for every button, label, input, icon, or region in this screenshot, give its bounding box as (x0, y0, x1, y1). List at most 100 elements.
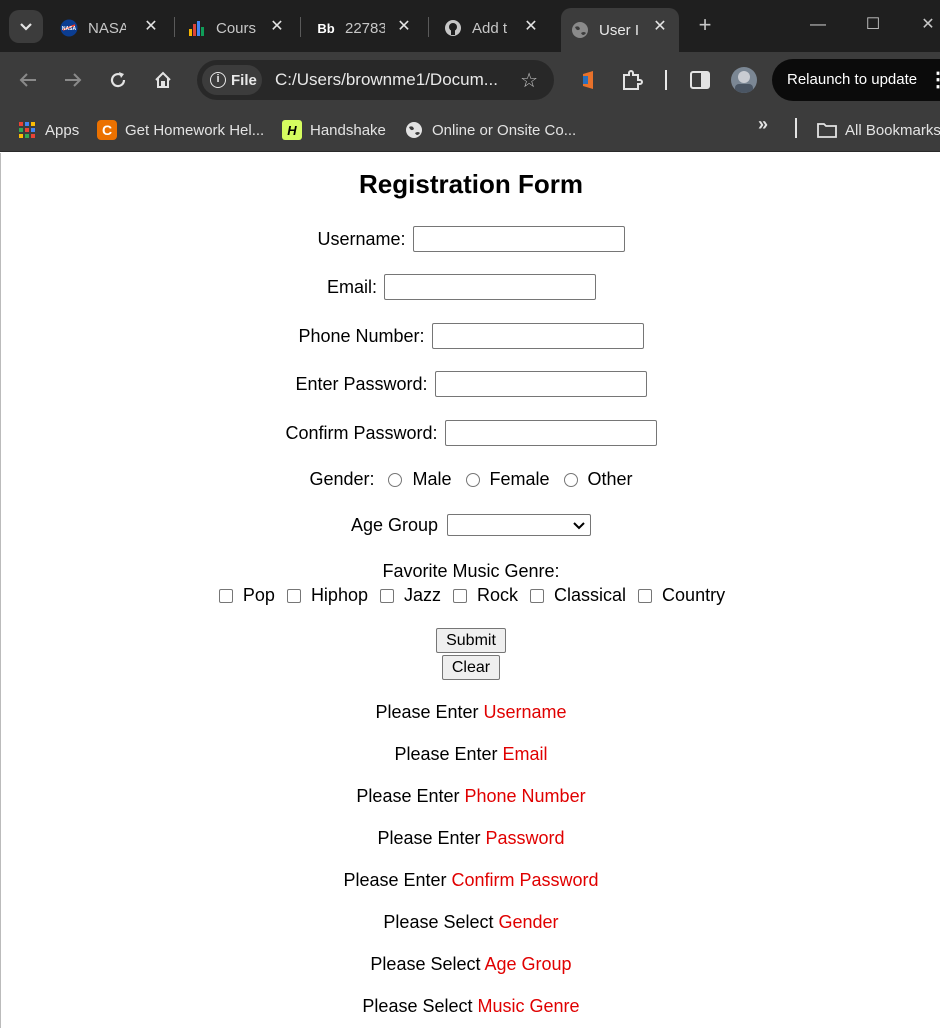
genre-option-jazz[interactable]: Jazz (372, 585, 441, 606)
tab-nasa[interactable]: NASA NASA ✕ (60, 8, 160, 48)
tab-github[interactable]: Add t ✕ (444, 8, 540, 48)
validation-message: Please Select Gender (1, 912, 940, 933)
checkbox-pop[interactable] (218, 588, 233, 603)
genre-option-pop[interactable]: Pop (211, 585, 275, 606)
gender-option-other[interactable]: Other (558, 469, 633, 490)
tab-blackboard[interactable]: Bb 22783 ✕ (317, 8, 413, 48)
extension-icon[interactable] (577, 68, 601, 92)
folder-icon (817, 120, 837, 140)
arrow-right-icon (65, 73, 82, 87)
username-label: Username: (317, 228, 406, 249)
tab-courses[interactable]: Cours ✕ (188, 8, 286, 48)
radio-other[interactable] (563, 472, 578, 487)
reload-button[interactable] (104, 66, 132, 94)
svg-text:NASA: NASA (62, 26, 77, 32)
message-field: Confirm Password (451, 870, 599, 890)
close-icon[interactable]: ✕ (142, 18, 160, 36)
bookmark-get-homework-help[interactable]: C Get Homework Hel... (97, 118, 264, 142)
home-button[interactable] (149, 66, 177, 94)
bookmark-label: Apps (45, 121, 80, 139)
validation-message: Please Enter Confirm Password (1, 870, 940, 891)
gender-row: Gender: Male Female Other (1, 469, 940, 490)
bookmark-apps[interactable]: Apps (17, 118, 79, 142)
checkbox-rock[interactable] (453, 588, 467, 603)
genre-option-classical[interactable]: Classical (522, 585, 626, 606)
age-group-select[interactable] (447, 514, 592, 536)
arrow-left-icon (19, 73, 36, 87)
gender-option-female[interactable]: Female (460, 469, 550, 490)
browser-toolbar: i File C:/Users/brownme1/Docum... ☆ Rela… (0, 52, 940, 108)
username-input[interactable] (412, 226, 625, 252)
close-icon[interactable]: ✕ (395, 18, 413, 36)
minimize-icon[interactable]: — (808, 14, 828, 36)
bookmarks-divider (795, 118, 797, 138)
genre-option-rock[interactable]: Rock (445, 585, 518, 606)
confirm-password-input[interactable] (444, 420, 657, 446)
profile-avatar[interactable] (731, 67, 757, 93)
validation-message: Please Enter Email (1, 744, 940, 765)
puzzle-icon[interactable] (620, 68, 644, 92)
checkbox-classical[interactable] (530, 588, 545, 603)
close-icon[interactable]: ✕ (522, 18, 540, 36)
email-label: Email: (326, 276, 377, 297)
bookmarks-bar: Apps C Get Homework Hel... H Handshake O… (0, 108, 940, 152)
tab-title: NASA (88, 19, 126, 37)
bookmark-handshake[interactable]: H Handshake (282, 118, 386, 142)
chevron-double-right-icon[interactable]: » (758, 114, 768, 135)
tab-search-button[interactable] (9, 10, 43, 43)
bookmark-star-icon[interactable]: ☆ (520, 68, 538, 93)
all-bookmarks-folder[interactable]: All Bookmarks (817, 118, 940, 142)
forward-button[interactable] (59, 66, 87, 94)
url-text[interactable]: C:/Users/brownme1/Docum... (275, 70, 498, 90)
github-icon (444, 19, 462, 37)
message-prefix: Please Enter (343, 870, 447, 890)
radio-male[interactable] (388, 472, 403, 487)
message-field: Gender (498, 912, 559, 932)
genre-option-country[interactable]: Country (630, 585, 725, 606)
genre-option-hiphop[interactable]: Hiphop (279, 585, 368, 606)
message-field: Username (483, 702, 567, 722)
message-prefix: Please Enter (377, 828, 481, 848)
radio-label: Other (587, 469, 633, 489)
submit-button[interactable]: Submit (436, 628, 506, 653)
side-panel-icon[interactable] (688, 68, 712, 92)
site-info-chip[interactable]: i File (202, 65, 262, 95)
new-tab-button[interactable]: + (694, 14, 716, 36)
chegg-icon: C (97, 120, 117, 140)
message-field: Age Group (484, 954, 572, 974)
apps-grid-icon (17, 120, 37, 140)
window-close-icon[interactable]: ✕ (918, 14, 938, 36)
all-bookmarks-label: All Bookmarks (845, 121, 940, 139)
address-bar[interactable]: i File C:/Users/brownme1/Docum... ☆ (197, 60, 554, 100)
clear-button[interactable]: Clear (442, 655, 500, 680)
blackboard-icon: Bb (317, 20, 335, 36)
phone-input[interactable] (431, 323, 644, 349)
genre-options-row: Pop Hiphop Jazz Rock Classical Country (1, 585, 940, 606)
radio-female[interactable] (465, 472, 480, 487)
globe-icon (571, 21, 589, 39)
age-group-label: Age Group (350, 514, 439, 535)
more-menu-icon[interactable]: ⋮ (928, 59, 940, 101)
bookmark-online-or-onsite[interactable]: Online or Onsite Co... (404, 118, 576, 142)
message-prefix: Please Enter (356, 786, 460, 806)
validation-message: Please Enter Password (1, 828, 940, 849)
maximize-icon[interactable]: ☐ (863, 14, 883, 36)
gender-option-male[interactable]: Male (382, 469, 452, 490)
checkbox-label: Country (662, 585, 726, 605)
tab-title: 22783 (345, 19, 385, 37)
checkbox-jazz[interactable] (379, 588, 394, 603)
close-icon[interactable]: ✕ (268, 18, 286, 36)
close-icon[interactable]: ✕ (651, 18, 669, 36)
confirm-password-row: Confirm Password: (1, 420, 940, 446)
phone-row: Phone Number: (1, 323, 940, 349)
back-button[interactable] (14, 66, 42, 94)
tab-divider (300, 17, 301, 37)
page-title: Registration Form (359, 169, 583, 199)
password-input[interactable] (434, 371, 647, 397)
email-input[interactable] (384, 274, 596, 300)
bookmark-label: Handshake (310, 121, 386, 139)
tab-user-registration[interactable]: User I ✕ (561, 8, 679, 52)
relaunch-button[interactable]: Relaunch to update ⋮ (772, 59, 940, 101)
checkbox-country[interactable] (638, 588, 653, 603)
checkbox-hiphop[interactable] (286, 588, 301, 603)
